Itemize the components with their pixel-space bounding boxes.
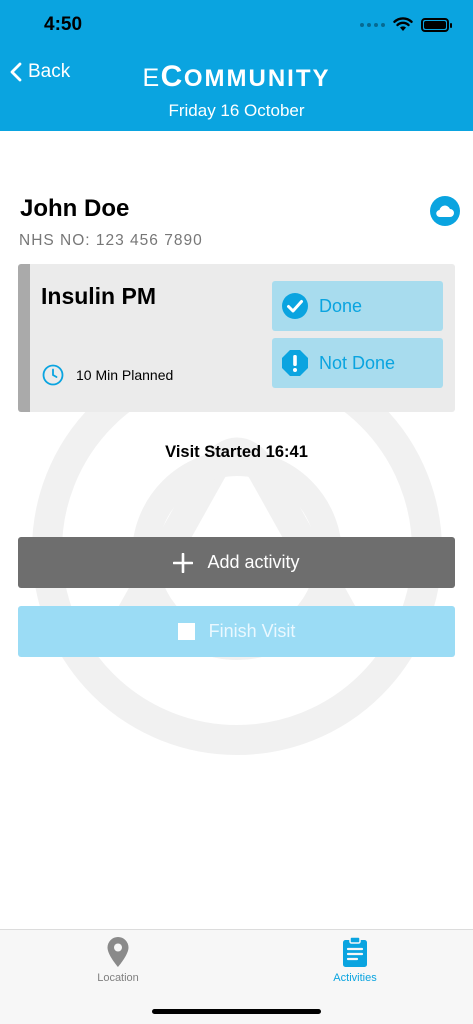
add-activity-button[interactable]: Add activity [18, 537, 455, 588]
not-done-button[interactable]: Not Done [272, 338, 443, 388]
app-title-rest: OMMUNITY [183, 65, 331, 92]
cellular-signal-icon [360, 22, 385, 27]
tab-location[interactable]: Location [43, 936, 193, 984]
cloud-icon [436, 205, 454, 218]
finish-visit-label: Finish Visit [208, 621, 296, 641]
wifi-icon [393, 17, 413, 31]
tab-location-label: Location [97, 972, 139, 984]
status-icons [360, 17, 452, 32]
finish-checkbox-icon [177, 623, 195, 640]
activity-name: Insulin PM [41, 283, 156, 309]
patient-name: John Doe [20, 195, 130, 222]
app-title-c: C [160, 60, 184, 93]
status-time: 4:50 [44, 14, 83, 35]
location-pin-icon [107, 937, 129, 967]
visit-started-text: Visit Started 16:41 [165, 443, 308, 461]
planned-label: 10 Min Planned [76, 367, 174, 383]
clipboard-icon [343, 936, 367, 967]
alert-octagon-icon [282, 350, 308, 376]
battery-icon [421, 17, 452, 32]
nhs-number: NHS NO: 123 456 7890 [19, 232, 203, 249]
header-date: Friday 16 October [168, 101, 305, 120]
not-done-label: Not Done [319, 352, 396, 373]
status-bar: 4:50 [0, 0, 473, 50]
add-activity-label: Add activity [207, 552, 300, 572]
plus-icon [173, 552, 194, 573]
done-button[interactable]: Done [272, 281, 443, 331]
tab-activities[interactable]: Activities [280, 936, 430, 984]
home-indicator [152, 1009, 321, 1014]
activity-card: Insulin PM 10 Min Planned Done Not Done [18, 264, 455, 412]
clock-icon [42, 364, 64, 386]
app-title-e: E [142, 64, 161, 92]
cloud-sync-icon[interactable] [430, 196, 460, 226]
tab-activities-label: Activities [333, 972, 377, 984]
app-title: ECOMMUNITY [0, 60, 473, 94]
app-header: 4:50 Back ECOMMUNITY Friday 16 October [0, 0, 473, 131]
check-circle-icon [282, 293, 308, 319]
planned-duration: 10 Min Planned [42, 364, 173, 386]
finish-visit-button[interactable]: Finish Visit [18, 606, 455, 657]
done-label: Done [319, 295, 363, 316]
